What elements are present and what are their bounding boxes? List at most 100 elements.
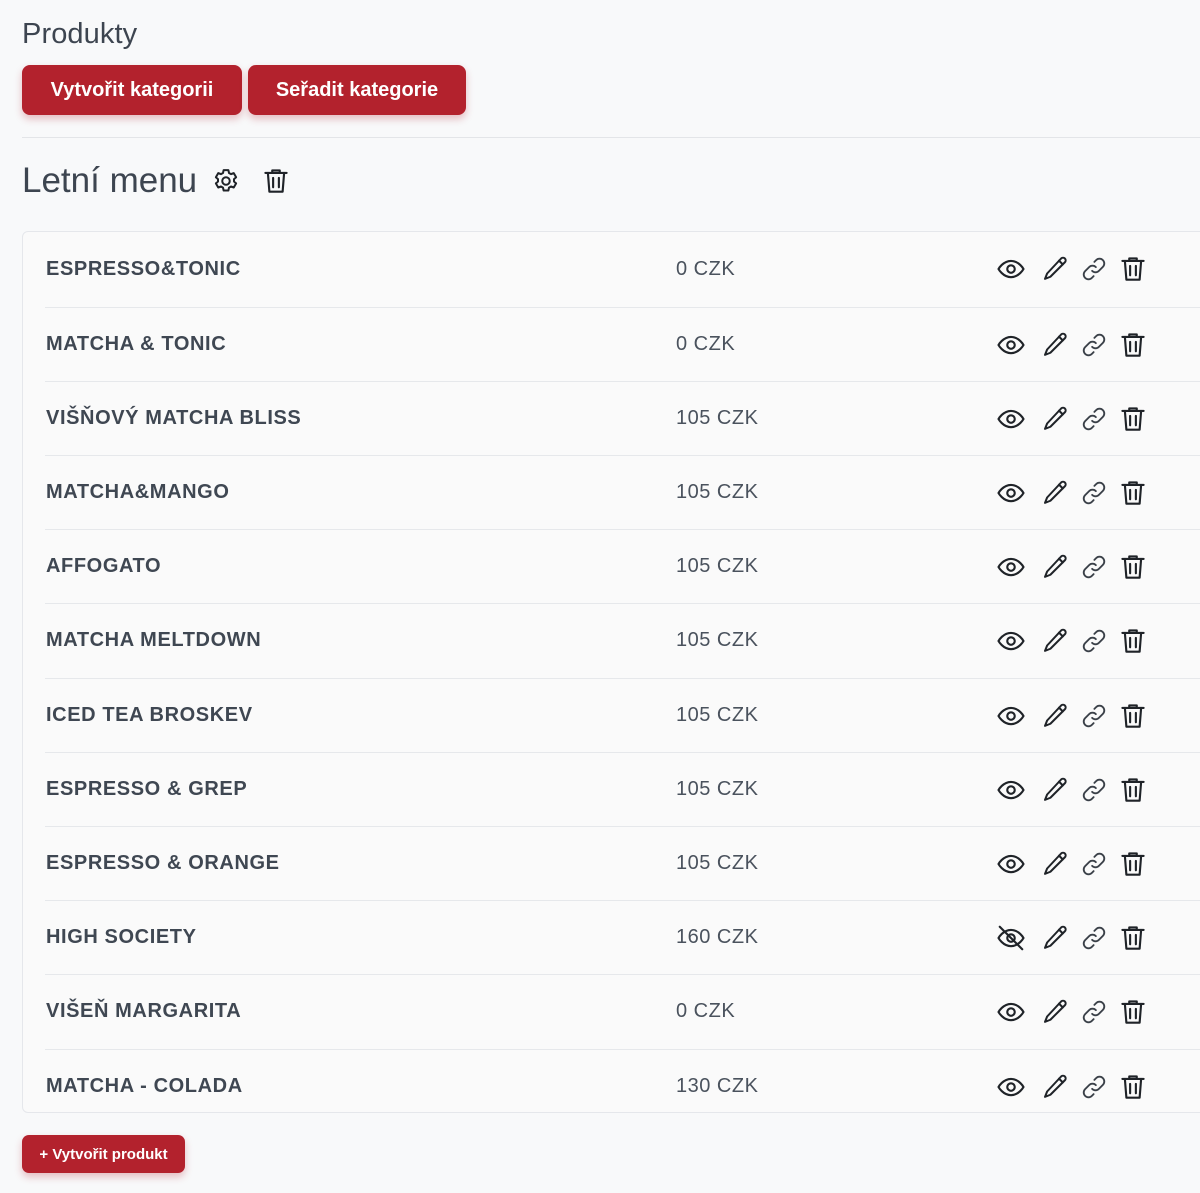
pencil-icon: [1044, 480, 1067, 504]
row-actions: [995, 404, 1149, 434]
product-price: 105 CZK: [676, 481, 759, 503]
toggle-visibility-button[interactable]: [995, 849, 1027, 879]
eye-icon: [997, 854, 1025, 873]
row-actions: [995, 552, 1149, 582]
product-name: ESPRESSO&TONIC: [46, 257, 241, 280]
toggle-visibility-button[interactable]: [995, 330, 1027, 360]
divider: [22, 137, 1200, 138]
copy-link-button[interactable]: [1078, 849, 1110, 879]
category-settings-button[interactable]: [211, 166, 241, 196]
edit-button[interactable]: [1039, 552, 1071, 582]
trash-icon: [264, 169, 288, 193]
toggle-visibility-button[interactable]: [995, 923, 1027, 953]
delete-button[interactable]: [1117, 404, 1149, 434]
table-row: MATCHA&MANGO 105 CZK: [45, 455, 1200, 529]
link-icon: [1082, 852, 1106, 875]
delete-button[interactable]: [1117, 626, 1149, 656]
trash-icon: [1121, 257, 1145, 281]
toggle-visibility-button[interactable]: [995, 626, 1027, 656]
product-name: MATCHA - COLADA: [46, 1075, 243, 1097]
copy-link-button[interactable]: [1078, 626, 1110, 656]
product-list: ESPRESSO&TONIC 0 CZK MATCHA & TONIC 0 CZ…: [22, 231, 1200, 1113]
eye-icon: [997, 780, 1025, 799]
delete-button[interactable]: [1117, 775, 1149, 805]
toggle-visibility-button[interactable]: [995, 1072, 1027, 1102]
eye-icon: [997, 409, 1025, 428]
delete-button[interactable]: [1117, 849, 1149, 879]
product-price: 0 CZK: [676, 257, 736, 280]
trash-icon: [1121, 925, 1145, 950]
edit-button[interactable]: [1039, 254, 1071, 284]
edit-button[interactable]: [1039, 478, 1071, 508]
category-delete-button[interactable]: [261, 166, 291, 196]
copy-link-button[interactable]: [1078, 701, 1110, 731]
product-name: HIGH SOCIETY: [46, 926, 197, 948]
eye-icon: [997, 259, 1025, 279]
toggle-visibility-button[interactable]: [995, 404, 1027, 434]
copy-link-button[interactable]: [1078, 1072, 1110, 1102]
delete-button[interactable]: [1117, 997, 1149, 1027]
edit-button[interactable]: [1039, 849, 1071, 879]
row-actions: [995, 701, 1149, 731]
copy-link-button[interactable]: [1078, 552, 1110, 582]
toggle-visibility-button[interactable]: [995, 997, 1027, 1027]
trash-icon: [1121, 777, 1145, 802]
edit-button[interactable]: [1039, 1072, 1071, 1102]
link-icon: [1082, 1075, 1106, 1098]
edit-button[interactable]: [1039, 997, 1071, 1027]
row-actions: [995, 626, 1149, 656]
eye-icon: [997, 1002, 1025, 1021]
create-category-button[interactable]: Vytvořit kategorii: [22, 65, 242, 115]
delete-button[interactable]: [1117, 330, 1149, 360]
table-row: ESPRESSO & GREP 105 CZK: [45, 752, 1200, 826]
toggle-visibility-button[interactable]: [995, 478, 1027, 508]
eye-icon: [997, 631, 1025, 650]
copy-link-button[interactable]: [1078, 478, 1110, 508]
category-header: Letní menu: [22, 158, 291, 204]
delete-button[interactable]: [1117, 1072, 1149, 1102]
pencil-icon: [1044, 554, 1067, 578]
row-actions: [995, 330, 1149, 360]
trash-icon: [1121, 703, 1145, 728]
toggle-visibility-button[interactable]: [995, 701, 1027, 731]
edit-button[interactable]: [1039, 330, 1071, 360]
copy-link-button[interactable]: [1078, 330, 1110, 360]
delete-button[interactable]: [1117, 701, 1149, 731]
table-row: HIGH SOCIETY 160 CZK: [45, 900, 1200, 974]
create-product-button[interactable]: + Vytvořit produkt: [22, 1135, 185, 1173]
eye-icon: [997, 335, 1025, 354]
row-actions: [995, 849, 1149, 879]
link-icon: [1082, 407, 1106, 430]
toggle-visibility-button[interactable]: [995, 552, 1027, 582]
edit-button[interactable]: [1039, 626, 1071, 656]
row-actions: [995, 923, 1149, 953]
product-name: MATCHA MELTDOWN: [46, 629, 262, 651]
link-icon: [1082, 1000, 1106, 1023]
delete-button[interactable]: [1117, 923, 1149, 953]
copy-link-button[interactable]: [1078, 997, 1110, 1027]
product-price: 105 CZK: [676, 852, 759, 874]
edit-button[interactable]: [1039, 404, 1071, 434]
row-actions: [995, 775, 1149, 805]
toggle-visibility-button[interactable]: [995, 775, 1027, 805]
delete-button[interactable]: [1117, 552, 1149, 582]
copy-link-button[interactable]: [1078, 923, 1110, 953]
product-price: 105 CZK: [676, 704, 759, 726]
product-price: 160 CZK: [676, 926, 759, 948]
edit-button[interactable]: [1039, 701, 1071, 731]
trash-icon: [1121, 332, 1145, 357]
edit-button[interactable]: [1039, 923, 1071, 953]
copy-link-button[interactable]: [1078, 254, 1110, 284]
product-name: ICED TEA BROSKEV: [46, 704, 253, 726]
row-actions: [995, 478, 1149, 508]
copy-link-button[interactable]: [1078, 775, 1110, 805]
sort-categories-button[interactable]: Seřadit kategorie: [248, 65, 466, 115]
delete-button[interactable]: [1117, 478, 1149, 508]
table-row: ESPRESSO&TONIC 0 CZK: [45, 232, 1200, 306]
pencil-icon: [1044, 628, 1067, 652]
copy-link-button[interactable]: [1078, 404, 1110, 434]
delete-button[interactable]: [1117, 254, 1149, 284]
pencil-icon: [1044, 256, 1067, 280]
edit-button[interactable]: [1039, 775, 1071, 805]
toggle-visibility-button[interactable]: [995, 254, 1027, 284]
